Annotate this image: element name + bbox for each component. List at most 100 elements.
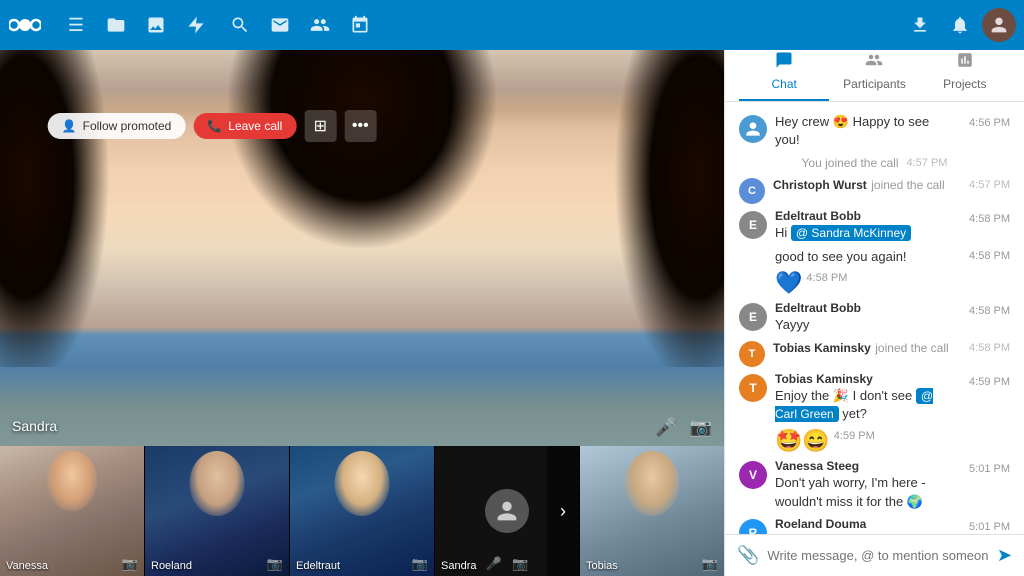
tobias-joined-content: Tobias Kaminsky joined the call xyxy=(773,339,961,357)
chat-input-field[interactable] xyxy=(767,548,988,563)
send-button[interactable]: ➤ xyxy=(997,545,1012,566)
vanessa-content: Vanessa Steeg Don't yah worry, I'm here … xyxy=(775,459,957,510)
nav-hamburger-icon[interactable]: ☰ xyxy=(58,7,94,43)
tobias-emoji: 🤩😄 4:59 PM xyxy=(725,426,1024,456)
mention-sandra: @ Sandra McKinney xyxy=(791,225,911,241)
thumb-roeland-cam-icon: 📷 xyxy=(267,556,283,572)
nav-files-icon[interactable] xyxy=(98,7,134,43)
follow-icon: 👤 xyxy=(62,119,77,133)
projects-tab-icon xyxy=(956,51,974,74)
msg-avatar-1 xyxy=(739,115,767,143)
vanessa-text: Don't yah worry, I'm here - wouldn't mis… xyxy=(775,474,957,510)
nav-notifications-icon[interactable] xyxy=(942,7,978,43)
edeltraut-text-1: Hi @ Sandra McKinney xyxy=(775,224,957,242)
vanessa-avatar: V xyxy=(739,461,767,489)
tobias-emoji-time: 4:59 PM xyxy=(834,428,875,442)
nav-right-section xyxy=(902,7,1024,43)
more-options-button[interactable]: ••• xyxy=(344,110,376,142)
edeltraut-cont-1: good to see you again! 4:58 PM xyxy=(725,246,1024,268)
tobias-content-1: Tobias Kaminsky Enjoy the 🎉 I don't see … xyxy=(775,372,957,423)
nav-contacts-icon[interactable] xyxy=(302,7,338,43)
nav-search-icon[interactable] xyxy=(222,7,258,43)
chat-tabs: Chat Participants Projects xyxy=(739,43,1010,101)
thumb-edeltraut-label: Edeltraut xyxy=(296,560,340,572)
thumb-tobias[interactable]: Tobias 📷 xyxy=(580,446,724,576)
edeltraut-cont-time-1: 4:58 PM xyxy=(969,248,1010,262)
tobias-text-1: Enjoy the 🎉 I don't see @ Carl Green yet… xyxy=(775,387,957,423)
thumb-vanessa-cam-icon: 📷 xyxy=(122,556,138,572)
tobias-msg-1: T Tobias Kaminsky Enjoy the 🎉 I don't se… xyxy=(725,369,1024,426)
chat-input-area: 📎 ➤ xyxy=(725,534,1024,576)
thumb-sandra-mic-icon[interactable]: 🎤 xyxy=(486,556,502,572)
edeltraut-sender-2: Edeltraut Bobb xyxy=(775,301,957,315)
tab-participants[interactable]: Participants xyxy=(829,43,919,101)
thumb-sandra[interactable]: › Sandra 🎤 📷 xyxy=(435,446,579,576)
edeltraut-msg-2: E Edeltraut Bobb Yayyy 4:58 PM xyxy=(725,298,1024,337)
nav-icons: ☰ xyxy=(50,7,386,43)
main-mic-button[interactable]: 🎤 xyxy=(655,417,677,438)
tobias-joined-name: Tobias Kaminsky xyxy=(773,341,871,355)
tobias-joined-avatar: T xyxy=(739,341,765,367)
edeltraut-avatar-2: E xyxy=(739,303,767,331)
chat-panel: ★ Weekly hangout 😍 ✕ Chat Participants xyxy=(724,0,1024,576)
roeland-msg: R Roeland Douma Smart :) 5:01 PM xyxy=(725,514,1024,534)
msg-time-1: 4:56 PM xyxy=(969,113,1010,129)
mention-carl: @ Carl Green xyxy=(775,388,933,422)
main-video-label: Sandra xyxy=(12,418,57,434)
phone-icon: 📞 xyxy=(207,119,222,133)
thumb-sandra-cam-icon[interactable]: 📷 xyxy=(512,556,528,572)
tab-chat[interactable]: Chat xyxy=(739,43,829,101)
roeland-time: 5:01 PM xyxy=(969,517,1010,533)
participants-tab-icon xyxy=(865,51,883,74)
thumb-sandra-controls: 🎤 📷 xyxy=(486,556,528,572)
attach-button[interactable]: 📎 xyxy=(737,545,759,566)
edeltraut-time-2: 4:58 PM xyxy=(969,301,1010,317)
thumb-sandra-label: Sandra xyxy=(441,560,476,572)
thumb-roeland[interactable]: Roeland 📷 xyxy=(145,446,289,576)
edeltraut-msg-1: E Edeltraut Bobb Hi @ Sandra McKinney 4:… xyxy=(725,206,1024,245)
app-logo[interactable] xyxy=(0,0,50,50)
edeltraut-content-2: Edeltraut Bobb Yayyy xyxy=(775,301,957,334)
thumb-edeltraut[interactable]: Edeltraut 📷 xyxy=(290,446,434,576)
thumb-next-arrow[interactable]: › xyxy=(547,446,579,576)
msg-text-1: Hey crew 😍 Happy to see you! xyxy=(775,113,957,149)
thumbnail-strip: Vanessa 📷 Roeland 📷 Edeltraut 📷 › Sandra… xyxy=(0,446,724,576)
thumb-tobias-label: Tobias xyxy=(586,560,618,572)
nav-mail-icon[interactable] xyxy=(262,7,298,43)
christoph-avatar: C xyxy=(739,178,765,204)
roeland-content: Roeland Douma Smart :) xyxy=(775,517,957,534)
edeltraut-time-1: 4:58 PM xyxy=(969,209,1010,225)
tobias-joined: T Tobias Kaminsky joined the call 4:58 P… xyxy=(725,337,1024,369)
edeltraut-content-1: Edeltraut Bobb Hi @ Sandra McKinney xyxy=(775,209,957,242)
tobias-emoji-text: 🤩😄 xyxy=(775,428,830,454)
messages-list: Hey crew 😍 Happy to see you! 4:56 PM You… xyxy=(725,102,1024,534)
user-avatar[interactable] xyxy=(982,8,1016,42)
heart-time: 4:58 PM xyxy=(806,270,847,284)
nav-calendar-icon[interactable] xyxy=(342,7,378,43)
main-cam-button[interactable]: 📷 xyxy=(690,417,712,438)
video-area: 👤 Follow promoted 📞 Leave call ⊞ ••• San… xyxy=(0,50,724,576)
main-video-controls: 🎤 📷 xyxy=(655,417,712,438)
heart-emoji-msg: 💙 4:58 PM xyxy=(725,268,1024,298)
system-joined-time: 4:57 PM xyxy=(907,157,948,169)
thumb-sandra-avatar xyxy=(485,489,529,533)
leave-call-button[interactable]: 📞 Leave call xyxy=(193,113,296,139)
thumb-edeltraut-cam-icon: 📷 xyxy=(412,556,428,572)
vanessa-msg: V Vanessa Steeg Don't yah worry, I'm her… xyxy=(725,456,1024,513)
nav-photos-icon[interactable] xyxy=(138,7,174,43)
nav-download-icon[interactable] xyxy=(902,7,938,43)
thumb-vanessa[interactable]: Vanessa 📷 xyxy=(0,446,144,576)
tab-projects[interactable]: Projects xyxy=(920,43,1010,101)
grid-view-button[interactable]: ⊞ xyxy=(304,110,336,142)
edeltraut-sender-1: Edeltraut Bobb xyxy=(775,209,957,223)
vanessa-sender: Vanessa Steeg xyxy=(775,459,957,473)
thumb-tobias-cam-icon: 📷 xyxy=(702,556,718,572)
tobias-joined-action: joined the call xyxy=(875,341,948,355)
edeltraut-text-2: Yayyy xyxy=(775,316,957,334)
roeland-sender: Roeland Douma xyxy=(775,517,957,531)
follow-promoted-button[interactable]: 👤 Follow promoted xyxy=(48,113,186,139)
nav-activity-icon[interactable] xyxy=(178,7,214,43)
heart-emoji: 💙 xyxy=(775,270,802,296)
thumb-vanessa-label: Vanessa xyxy=(6,560,48,572)
tobias-joined-time: 4:58 PM xyxy=(969,339,1010,354)
